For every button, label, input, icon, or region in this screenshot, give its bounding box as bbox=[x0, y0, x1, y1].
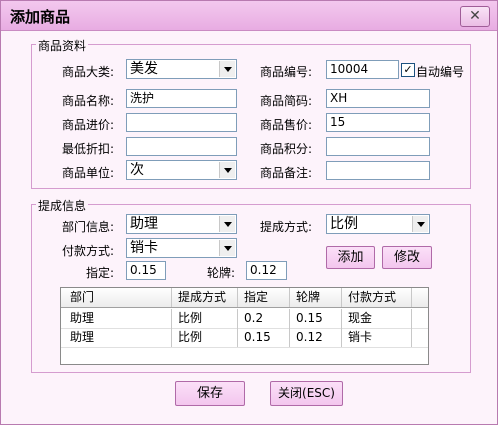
rotation-label: 轮牌: bbox=[207, 266, 236, 280]
chevron-down-icon[interactable] bbox=[219, 162, 235, 178]
commission-table[interactable]: 部门 提成方式 指定 轮牌 付款方式 助理 比例 0.2 0.15 现金 助理 … bbox=[60, 287, 429, 365]
edit-button[interactable]: 修改 bbox=[382, 246, 432, 269]
payment-value: 销卡 bbox=[130, 240, 158, 256]
chevron-down-icon[interactable] bbox=[412, 216, 428, 232]
table-cell: 比例 bbox=[172, 328, 238, 347]
table-cell: 比例 bbox=[172, 309, 238, 328]
category-label: 商品大类: bbox=[62, 65, 115, 79]
rotation-input[interactable]: 0.12 bbox=[246, 261, 287, 280]
table-row[interactable]: 助理 比例 0.15 0.12 销卡 bbox=[61, 328, 428, 348]
table-cell: 0.12 bbox=[290, 328, 342, 347]
code-input[interactable]: 10004 bbox=[326, 60, 399, 79]
min-discount-input[interactable] bbox=[126, 137, 237, 156]
chevron-down-icon[interactable] bbox=[219, 216, 235, 232]
table-cell: 0.15 bbox=[238, 328, 290, 347]
cost-label: 商品进价: bbox=[62, 118, 115, 132]
points-input[interactable] bbox=[326, 137, 430, 156]
dept-label: 部门信息: bbox=[62, 220, 115, 234]
table-cell: 销卡 bbox=[342, 328, 412, 347]
close-icon[interactable]: ✕ bbox=[460, 6, 490, 27]
table-cell: 0.15 bbox=[290, 309, 342, 328]
short-code-label: 商品简码: bbox=[260, 94, 313, 108]
commission-legend: 提成信息 bbox=[36, 197, 89, 214]
dept-value: 助理 bbox=[130, 216, 158, 232]
table-cell: 助理 bbox=[61, 328, 172, 347]
auto-code-label: 自动编号 bbox=[416, 65, 465, 79]
remark-label: 商品备注: bbox=[260, 166, 313, 180]
unit-value: 次 bbox=[130, 162, 144, 178]
name-input[interactable]: 洗护 bbox=[126, 89, 237, 108]
cost-input[interactable] bbox=[126, 113, 237, 132]
unit-select[interactable]: 次 bbox=[126, 160, 237, 180]
assigned-input[interactable]: 0.15 bbox=[126, 261, 166, 280]
price-input[interactable]: 15 bbox=[326, 113, 430, 132]
add-button[interactable]: 添加 bbox=[326, 246, 375, 269]
add-product-dialog: 添加商品 ✕ 商品资料 商品大类: 美发 商品编号: 10004 ✓ 自动编号 … bbox=[0, 0, 498, 425]
auto-code-checkbox[interactable]: ✓ bbox=[401, 63, 415, 77]
payment-label: 付款方式: bbox=[62, 244, 115, 258]
method-value: 比例 bbox=[330, 216, 358, 232]
method-select[interactable]: 比例 bbox=[326, 214, 430, 234]
dept-select[interactable]: 助理 bbox=[126, 214, 237, 234]
points-label: 商品积分: bbox=[260, 142, 313, 156]
close-esc-button[interactable]: 关闭(ESC) bbox=[270, 381, 343, 406]
table-row[interactable]: 助理 比例 0.2 0.15 现金 bbox=[61, 309, 428, 329]
unit-label: 商品单位: bbox=[62, 166, 115, 180]
product-info-legend: 商品资料 bbox=[36, 37, 89, 54]
code-label: 商品编号: bbox=[260, 65, 313, 79]
header-assigned[interactable]: 指定 bbox=[238, 288, 290, 307]
header-rotation[interactable]: 轮牌 bbox=[290, 288, 342, 307]
category-select[interactable]: 美发 bbox=[126, 59, 237, 79]
title-bar: 添加商品 ✕ bbox=[1, 1, 497, 31]
table-cell: 助理 bbox=[61, 309, 172, 328]
chevron-down-icon[interactable] bbox=[219, 61, 235, 77]
price-label: 商品售价: bbox=[260, 118, 313, 132]
save-button[interactable]: 保存 bbox=[175, 381, 245, 406]
min-discount-label: 最低折扣: bbox=[62, 142, 115, 156]
category-value: 美发 bbox=[130, 61, 158, 77]
chevron-down-icon[interactable] bbox=[219, 240, 235, 256]
header-dept[interactable]: 部门 bbox=[61, 288, 172, 307]
name-label: 商品名称: bbox=[62, 94, 115, 108]
payment-select[interactable]: 销卡 bbox=[126, 238, 237, 258]
table-header: 部门 提成方式 指定 轮牌 付款方式 bbox=[61, 288, 428, 308]
header-payment[interactable]: 付款方式 bbox=[342, 288, 412, 307]
method-label: 提成方式: bbox=[260, 220, 313, 234]
header-method[interactable]: 提成方式 bbox=[172, 288, 238, 307]
short-code-input[interactable]: XH bbox=[326, 89, 430, 108]
assigned-label: 指定: bbox=[86, 266, 115, 280]
remark-input[interactable] bbox=[326, 161, 430, 180]
window-title: 添加商品 bbox=[10, 8, 71, 26]
table-cell: 现金 bbox=[342, 309, 412, 328]
table-cell: 0.2 bbox=[238, 309, 290, 328]
